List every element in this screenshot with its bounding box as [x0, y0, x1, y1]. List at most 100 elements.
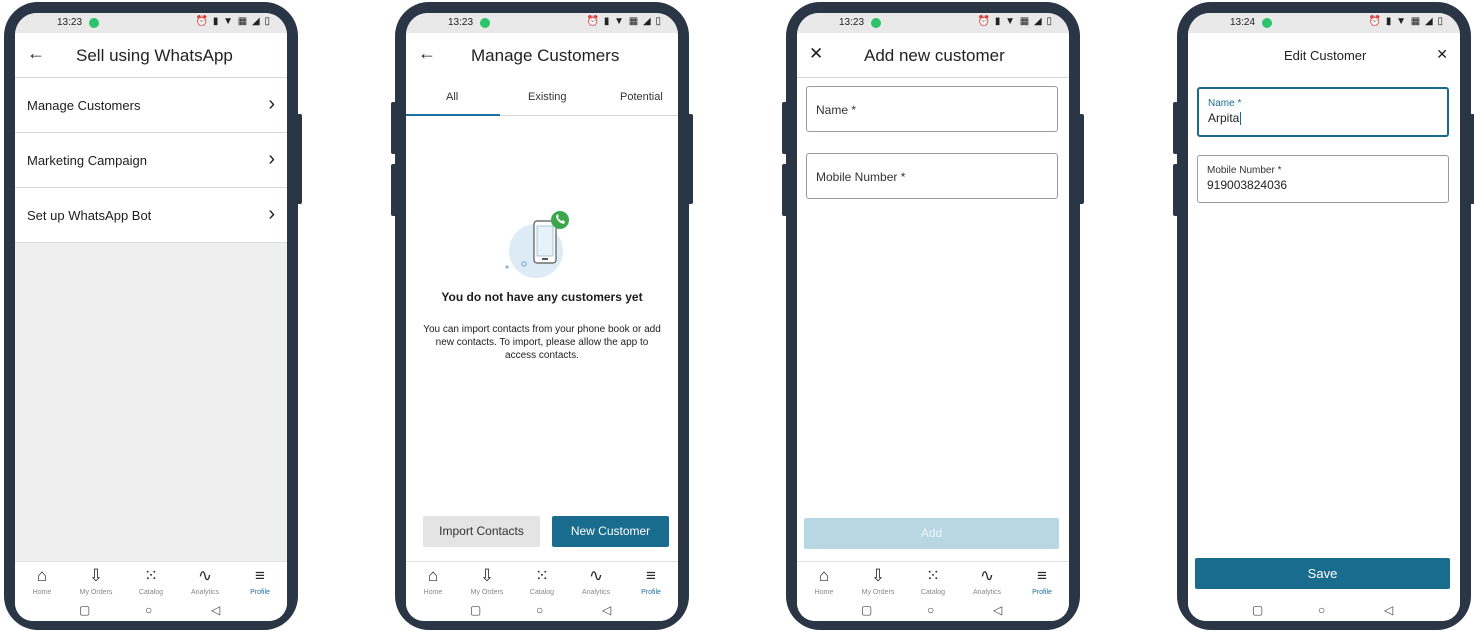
- import-contacts-button[interactable]: Import Contacts: [423, 516, 540, 547]
- phone-whatsapp-illustration-icon: [505, 211, 569, 278]
- empty-state-text: You can import contacts from your phone …: [423, 324, 661, 361]
- nav-analytics[interactable]: ∿ Analytics: [960, 566, 1014, 596]
- nav-home[interactable]: ⌂ Home: [15, 566, 69, 596]
- menu-icon: ≡: [255, 566, 265, 585]
- phone-frame-3: 13:23 ⏰ ▮ ▼ ▦ ◢ ▯ ✕ Add new customer Nam…: [782, 2, 1084, 630]
- status-time: 13:23: [839, 17, 865, 28]
- mobile-number-field[interactable]: Mobile Number *: [806, 153, 1058, 199]
- orders-icon: ⇩: [88, 566, 104, 585]
- empty-area: [15, 243, 287, 561]
- home-circle-icon[interactable]: ○: [927, 603, 934, 617]
- bottom-nav: ⌂ Home ⇩ My Orders ⁙ Catalog ∿ Analytics ≡ Pr…: [797, 561, 1069, 603]
- page-title: Manage Customers: [471, 46, 620, 65]
- page-title: Sell using WhatsApp: [76, 46, 233, 65]
- bottom-nav: ⌂ Home ⇩ My Orders ⁙ Catalog ∿ Analytics ≡ Pr…: [15, 561, 287, 603]
- menu-icon: ≡: [1037, 566, 1047, 585]
- home-circle-icon[interactable]: ○: [145, 603, 152, 617]
- recents-icon[interactable]: ▢: [79, 603, 90, 617]
- tab-indicator: [406, 114, 500, 116]
- status-time: 13:23: [57, 17, 83, 28]
- name-field[interactable]: Name *: [806, 86, 1058, 132]
- nav-profile[interactable]: ≡ Profile: [1015, 566, 1069, 596]
- nav-analytics[interactable]: ∿ Analytics: [569, 566, 623, 596]
- nav-catalog[interactable]: ⁙ Catalog: [515, 566, 569, 596]
- nav-home[interactable]: ⌂ Home: [797, 566, 851, 596]
- grid-icon: ⁙: [143, 566, 159, 585]
- tab-potential[interactable]: Potential: [620, 91, 663, 103]
- menu-icon: ≡: [646, 566, 656, 585]
- nav-catalog[interactable]: ⁙ Catalog: [906, 566, 960, 596]
- status-icons: ⏰ ▮ ▼ ▦ ◢ ▯: [195, 16, 271, 27]
- pulse-icon: ∿: [979, 566, 995, 585]
- menu-item-marketing-campaign[interactable]: Marketing Campaign ›: [15, 133, 287, 188]
- nav-my-orders[interactable]: ⇩ My Orders: [460, 566, 514, 596]
- whatsapp-status-icon: [89, 18, 99, 28]
- page-title: Add new customer: [864, 46, 1005, 65]
- nav-catalog[interactable]: ⁙ Catalog: [124, 566, 178, 596]
- page-title: Edit Customer: [1284, 48, 1367, 63]
- back-triangle-icon[interactable]: ◁: [211, 603, 220, 617]
- grid-icon: ⁙: [925, 566, 941, 585]
- app-bar: ✕ Add new customer: [797, 33, 1069, 78]
- empty-state-title: You do not have any customers yet: [441, 290, 643, 304]
- menu-item-manage-customers[interactable]: Manage Customers ›: [15, 78, 287, 133]
- add-button[interactable]: Add: [804, 518, 1059, 549]
- orders-icon: ⇩: [479, 566, 495, 585]
- back-arrow-icon[interactable]: ←: [418, 43, 436, 64]
- system-nav: ▢ ○ ◁: [1188, 603, 1460, 621]
- pulse-icon: ∿: [197, 566, 213, 585]
- system-nav: ▢ ○ ◁: [15, 603, 287, 621]
- screen-sell-whatsapp: 13:23 ⏰ ▮ ▼ ▦ ◢ ▯ ← Sell using WhatsApp …: [15, 13, 287, 621]
- app-bar: ← Manage Customers: [406, 33, 678, 78]
- recents-icon[interactable]: ▢: [470, 603, 481, 617]
- text-caret: [1240, 112, 1242, 126]
- nav-my-orders[interactable]: ⇩ My Orders: [69, 566, 123, 596]
- grid-icon: ⁙: [534, 566, 550, 585]
- menu-item-label: Set up WhatsApp Bot: [27, 208, 152, 223]
- nav-profile[interactable]: ≡ Profile: [624, 566, 678, 596]
- nav-my-orders[interactable]: ⇩ My Orders: [851, 566, 905, 596]
- status-icons: ⏰ ▮ ▼ ▦ ◢ ▯: [586, 16, 662, 27]
- home-circle-icon[interactable]: ○: [536, 603, 543, 617]
- name-field-value: Arpita: [1208, 111, 1242, 126]
- mobile-placeholder: Mobile Number *: [816, 170, 906, 184]
- name-field-label: Name *: [1208, 98, 1242, 109]
- chevron-right-icon: ›: [268, 93, 275, 115]
- back-triangle-icon[interactable]: ◁: [1384, 603, 1393, 617]
- new-customer-button[interactable]: New Customer: [552, 516, 669, 547]
- menu-item-whatsapp-bot[interactable]: Set up WhatsApp Bot ›: [15, 188, 287, 243]
- whatsapp-status-icon: [871, 18, 881, 28]
- close-icon[interactable]: ✕: [809, 44, 823, 64]
- app-bar: Edit Customer ✕: [1188, 33, 1460, 78]
- nav-profile[interactable]: ≡ Profile: [233, 566, 287, 596]
- nav-analytics[interactable]: ∿ Analytics: [178, 566, 232, 596]
- whatsapp-status-icon: [480, 18, 490, 28]
- status-icons: ⏰ ▮ ▼ ▦ ◢ ▯: [977, 16, 1053, 27]
- tab-all[interactable]: All: [446, 91, 458, 103]
- tab-existing[interactable]: Existing: [528, 91, 567, 103]
- recents-icon[interactable]: ▢: [861, 603, 872, 617]
- home-circle-icon[interactable]: ○: [1318, 603, 1325, 617]
- mobile-field-value: 919003824036: [1207, 178, 1288, 192]
- mobile-number-field[interactable]: Mobile Number * 919003824036: [1197, 155, 1449, 203]
- orders-icon: ⇩: [870, 566, 886, 585]
- back-arrow-icon[interactable]: ←: [27, 43, 45, 64]
- close-icon[interactable]: ✕: [1436, 46, 1448, 63]
- pulse-icon: ∿: [588, 566, 604, 585]
- recents-icon[interactable]: ▢: [1252, 603, 1263, 617]
- back-triangle-icon[interactable]: ◁: [993, 603, 1002, 617]
- back-triangle-icon[interactable]: ◁: [602, 603, 611, 617]
- status-time: 13:24: [1230, 17, 1256, 28]
- whatsapp-status-icon: [1262, 18, 1272, 28]
- menu-item-label: Marketing Campaign: [27, 153, 147, 168]
- nav-home[interactable]: ⌂ Home: [406, 566, 460, 596]
- tab-bar: All Existing Potential: [406, 78, 678, 116]
- system-nav: ▢ ○ ◁: [406, 603, 678, 621]
- save-button[interactable]: Save: [1195, 558, 1450, 589]
- status-time: 13:23: [448, 17, 474, 28]
- screen-add-customer: 13:23 ⏰ ▮ ▼ ▦ ◢ ▯ ✕ Add new customer Nam…: [797, 13, 1069, 621]
- screen-manage-customers: 13:23 ⏰ ▮ ▼ ▦ ◢ ▯ ← Manage Customers All…: [406, 13, 678, 621]
- status-bar: 13:23 ⏰ ▮ ▼ ▦ ◢ ▯: [797, 13, 1069, 33]
- name-field[interactable]: Name * Arpita: [1197, 87, 1449, 137]
- name-placeholder: Name *: [816, 103, 857, 117]
